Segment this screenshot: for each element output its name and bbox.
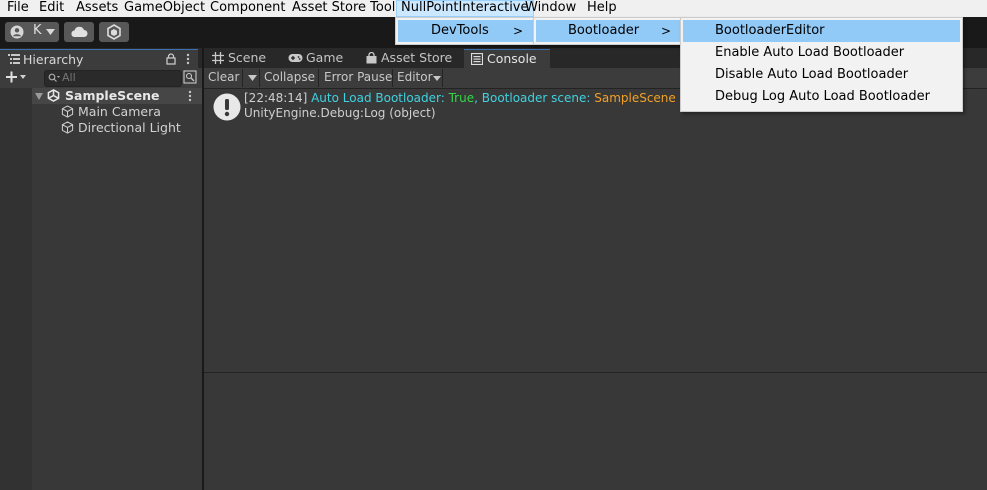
hierarchy-gutter (0, 88, 32, 490)
hierarchy-item-label: Directional Light (78, 120, 181, 135)
add-dropdown-icon[interactable] (6, 71, 26, 83)
tab-scene-label: Scene (228, 50, 267, 65)
log-timestamp: [22:48:14] (244, 91, 308, 105)
console-icon (471, 53, 483, 65)
kebab-menu-icon[interactable] (186, 53, 190, 65)
unity-scene-icon (47, 89, 60, 102)
menu-item-label: DevTools (431, 23, 489, 38)
log-value-true: True (448, 91, 475, 105)
menu-edit[interactable]: Edit (34, 0, 69, 17)
tab-hierarchy[interactable]: Hierarchy (0, 49, 198, 69)
gameobject-cube-icon (61, 105, 74, 118)
collab-icon (107, 24, 121, 40)
account-icon (10, 25, 24, 39)
chevron-down-icon (433, 76, 441, 81)
menu-asset-store-tools[interactable]: Asset Store Tools (287, 0, 407, 17)
expand-arrow-icon[interactable] (35, 93, 43, 100)
menu-window[interactable]: Window (520, 0, 581, 17)
menu-item-debug-log-auto-load[interactable]: Debug Log Auto Load Bootloader (683, 86, 960, 108)
tab-scene[interactable]: Scene (206, 48, 282, 68)
toolbar-separator (318, 69, 319, 87)
menu-item-label: Enable Auto Load Bootloader (715, 45, 905, 60)
menu-item-label: Debug Log Auto Load Bootloader (715, 89, 930, 104)
menu-nullpointinteractive[interactable]: NullPointInteractive (396, 0, 534, 17)
collab-button[interactable] (99, 22, 129, 42)
editor-dropdown-label: Editor (397, 70, 433, 84)
menu-file[interactable]: File (2, 0, 34, 17)
search-icon (48, 73, 60, 82)
tab-asset-store-label: Asset Store (381, 50, 453, 65)
menu-help[interactable]: Help (582, 0, 622, 17)
nullpointinteractive-menu: DevTools > (395, 17, 536, 45)
log-first-line: [22:48:14] Auto Load Bootloader: True, B… (244, 91, 687, 105)
tab-asset-store[interactable]: Asset Store (360, 48, 460, 68)
menu-item-label: Bootloader (568, 23, 640, 38)
submenu-arrow-icon: > (660, 24, 671, 38)
scene-visibility-icon[interactable] (183, 70, 197, 84)
scene-kebab-icon[interactable] (188, 90, 192, 102)
tab-console[interactable]: Console (464, 49, 550, 69)
toolbar-separator (442, 69, 443, 87)
bootloader-submenu: BootloaderEditor Enable Auto Load Bootlo… (680, 17, 963, 112)
gameobject-cube-icon (61, 121, 74, 134)
menu-bar: File Edit Assets GameObject Component As… (0, 0, 987, 17)
chevron-down-icon (248, 75, 257, 81)
menu-item-label: BootloaderEditor (715, 23, 825, 38)
hierarchy-tab-label: Hierarchy (23, 52, 84, 67)
tab-game[interactable]: Game (283, 48, 359, 68)
menu-item-devtools[interactable]: DevTools > (398, 20, 533, 42)
scene-grid-icon (212, 52, 224, 64)
menu-gameobject[interactable]: GameObject (119, 0, 210, 17)
tab-game-label: Game (306, 50, 344, 65)
hierarchy-search-field[interactable]: All (44, 70, 182, 87)
hierarchy-item-main-camera[interactable]: Main Camera (60, 104, 202, 120)
info-message-icon (213, 93, 241, 121)
scene-row[interactable]: SampleScene (32, 88, 202, 104)
menu-item-bootloader[interactable]: Bootloader > (536, 20, 681, 42)
editor-dropdown[interactable]: Editor (393, 68, 445, 88)
log-second-line: UnityEngine.Debug:Log (object) (244, 106, 436, 120)
menu-item-bootloader-editor[interactable]: BootloaderEditor (683, 20, 960, 42)
lock-icon[interactable] (166, 53, 176, 65)
search-placeholder: All (62, 71, 76, 84)
console-log-list (204, 89, 987, 372)
list-icon (8, 54, 20, 64)
menu-component[interactable]: Component (205, 0, 290, 17)
account-button[interactable]: K (5, 22, 59, 42)
menu-item-label: Disable Auto Load Bootloader (715, 67, 909, 82)
gamepad-icon (288, 54, 303, 62)
error-pause-button[interactable]: Error Pause (320, 68, 396, 88)
menu-assets[interactable]: Assets (71, 0, 123, 17)
menu-item-enable-auto-load[interactable]: Enable Auto Load Bootloader (683, 42, 960, 64)
scene-name: SampleScene (65, 88, 160, 103)
account-label: K (33, 23, 42, 38)
shopping-bag-icon (366, 52, 377, 64)
cloud-button[interactable] (64, 22, 94, 42)
clear-button[interactable]: Clear (204, 68, 243, 88)
hierarchy-item-directional-light[interactable]: Directional Light (60, 120, 202, 136)
chevron-down-icon (46, 29, 55, 35)
tab-console-label: Console (487, 51, 537, 66)
log-value-scene: SampleScene 1 (594, 91, 688, 105)
hierarchy-item-label: Main Camera (78, 104, 161, 119)
console-detail-area (204, 373, 987, 490)
cloud-icon (71, 26, 88, 37)
devtools-submenu: Bootloader > (533, 17, 684, 45)
menu-item-disable-auto-load[interactable]: Disable Auto Load Bootloader (683, 64, 960, 86)
log-text-part2: , Bootloader scene: (474, 91, 595, 105)
collapse-button[interactable]: Collapse (260, 68, 319, 88)
log-text-part1: Auto Load Bootloader: (311, 91, 449, 105)
submenu-arrow-icon: > (512, 24, 523, 38)
